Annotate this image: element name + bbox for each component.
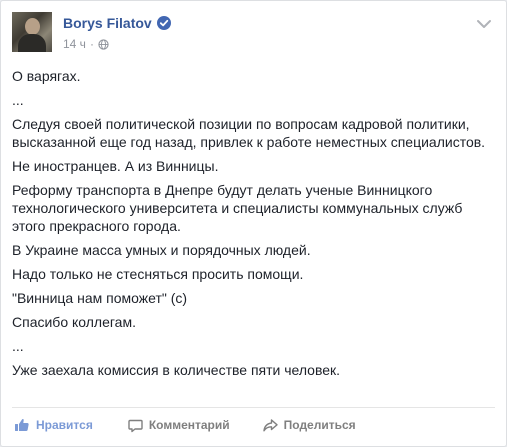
- speech-bubble-icon: [128, 419, 143, 432]
- post-paragraph: Надо только не стесняться просить помощи…: [12, 266, 304, 282]
- post-paragraph: Спасибо коллегам.: [12, 314, 136, 330]
- comment-button[interactable]: Комментарий: [128, 418, 230, 433]
- like-button[interactable]: Нравится: [14, 417, 93, 433]
- thumbs-up-icon: [15, 419, 29, 431]
- post-paragraph: Уже заехала комиссия в количестве пяти ч…: [12, 362, 341, 378]
- globe-icon[interactable]: [98, 38, 109, 50]
- post-paragraph: "Винница нам поможет" (с): [12, 290, 188, 306]
- post-meta: 14 ч ·: [63, 37, 109, 51]
- comment-label: Комментарий: [148, 418, 230, 432]
- chevron-down-icon[interactable]: [476, 18, 492, 30]
- post-paragraph: ...: [12, 92, 24, 108]
- post-paragraph: В Украине масса умных и порядочных людей…: [12, 242, 311, 258]
- post-header: Borys Filatov 14 ч ·: [12, 12, 496, 56]
- post-actions: Нравится Комментарий Поделиться: [12, 415, 496, 435]
- actions-divider: [12, 407, 495, 408]
- post-paragraph: ...: [12, 338, 24, 354]
- post-paragraph: Реформу транспорта в Днепре будут делать…: [12, 182, 463, 234]
- avatar-head: [25, 18, 40, 35]
- author-avatar[interactable]: [12, 12, 52, 52]
- author-row: Borys Filatov: [63, 15, 171, 31]
- post-paragraph: О варягах.: [12, 68, 81, 84]
- post-card: Borys Filatov 14 ч · О варягах. ... След…: [0, 0, 507, 447]
- post-timestamp[interactable]: 14 ч: [63, 37, 86, 51]
- avatar-body: [18, 34, 46, 52]
- author-name[interactable]: Borys Filatov: [63, 15, 152, 31]
- meta-separator: ·: [89, 37, 94, 51]
- verified-badge-icon: [156, 16, 171, 30]
- share-button[interactable]: Поделиться: [262, 418, 356, 433]
- post-paragraph: Не иностранцев. А из Винницы.: [12, 158, 219, 174]
- post-paragraph: Следуя своей политической позиции по воп…: [12, 116, 486, 150]
- share-arrow-icon: [262, 418, 278, 431]
- share-label: Поделиться: [283, 418, 356, 432]
- like-label: Нравится: [36, 418, 93, 432]
- post-text: О варягах. ... Следуя своей политической…: [12, 67, 498, 385]
